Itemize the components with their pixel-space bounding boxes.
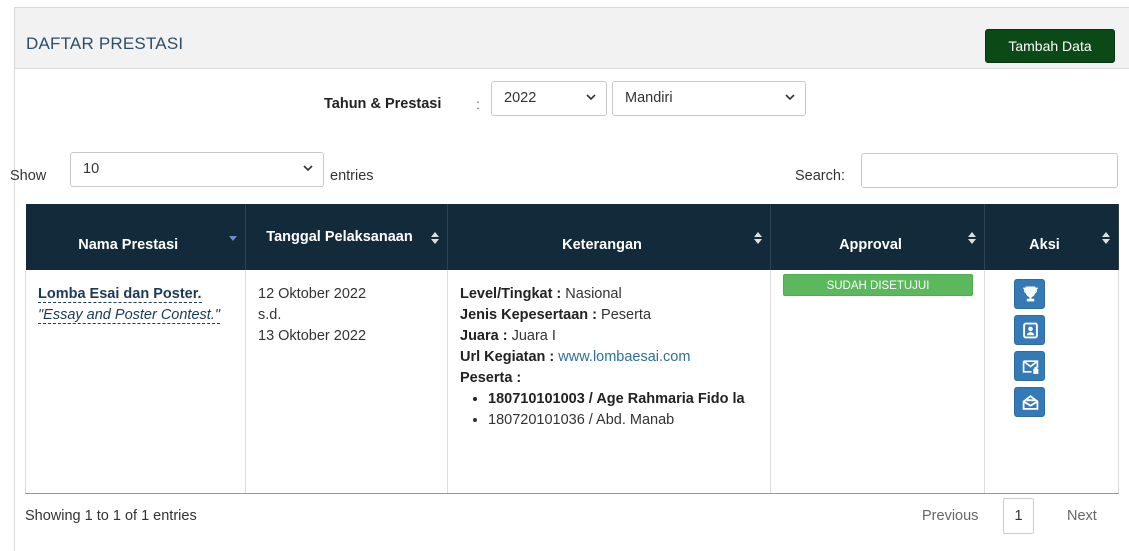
pagination-page-1[interactable]: 1 <box>1003 498 1034 534</box>
juara-label: Juara : <box>460 328 508 344</box>
list-item: 180710101003 / Age Rahmaria Fido la <box>488 389 758 410</box>
cell-tanggal: 12 Oktober 2022 s.d. 13 Oktober 2022 <box>245 270 448 494</box>
envelope-open-icon <box>1022 394 1038 410</box>
table-row: Lomba Esai dan Poster. "Essay and Poster… <box>25 270 1119 494</box>
list-item: 180720101036 / Abd. Manab <box>488 410 758 431</box>
date-start: 12 Oktober 2022 <box>258 286 367 302</box>
sort-icon <box>968 232 976 244</box>
trophy-icon <box>1022 286 1038 302</box>
add-data-button[interactable]: Tambah Data <box>985 29 1115 63</box>
chevron-down-icon <box>785 94 795 101</box>
column-header-nama-prestasi[interactable]: Nama Prestasi <box>25 204 246 270</box>
column-header-keterangan[interactable]: Keterangan <box>447 204 771 270</box>
prestasi-type-value: Mandiri <box>625 90 673 106</box>
prestasi-table: Nama Prestasi Tanggal Pelaksanaan Ketera… <box>25 204 1119 494</box>
jenis-label: Jenis Kepesertaan : <box>460 307 598 323</box>
cell-nama-prestasi: Lomba Esai dan Poster. "Essay and Poster… <box>25 270 246 494</box>
cell-approval: SUDAH DISETUJUI <box>770 270 985 494</box>
filter-row: Tahun & Prestasi : 2022 Mandiri <box>0 77 1129 116</box>
level-label: Level/Tingkat : <box>460 286 562 302</box>
filter-label: Tahun & Prestasi <box>324 96 442 112</box>
mail-button[interactable] <box>1013 351 1045 381</box>
pagination-next[interactable]: Next <box>1067 508 1097 524</box>
entries-length-select[interactable]: 10 <box>70 152 324 187</box>
year-select-value: 2022 <box>504 90 537 106</box>
trophy-button[interactable] <box>1013 279 1045 309</box>
show-label: Show <box>10 168 47 184</box>
id-card-icon <box>1022 322 1038 339</box>
prestasi-type-select[interactable]: Mandiri <box>612 81 806 116</box>
peserta-list: 180710101003 / Age Rahmaria Fido la 1807… <box>460 389 758 431</box>
table-header-row: Nama Prestasi Tanggal Pelaksanaan Ketera… <box>25 204 1119 270</box>
chevron-down-icon <box>303 165 313 172</box>
table-controls: Show 10 entries Search: <box>0 152 1129 188</box>
juara-value: Juara I <box>511 328 556 344</box>
page-title: DAFTAR PRESTASI <box>26 34 184 53</box>
date-end: 13 Oktober 2022 <box>258 328 367 344</box>
date-separator: s.d. <box>258 307 282 323</box>
year-select[interactable]: 2022 <box>491 81 607 116</box>
entries-label: entries <box>330 168 374 184</box>
level-value: Nasional <box>565 286 622 302</box>
sort-icon <box>431 232 439 244</box>
status-badge: SUDAH DISETUJUI <box>783 274 973 296</box>
search-label: Search: <box>795 168 845 184</box>
profile-button[interactable] <box>1013 315 1045 345</box>
prestasi-name-en: "Essay and Poster Contest." <box>38 307 220 324</box>
mail-icon <box>1022 360 1038 374</box>
envelope-open-button[interactable] <box>1013 387 1045 417</box>
sort-icon <box>754 232 762 244</box>
peserta-label: Peserta : <box>460 370 522 386</box>
entries-length-value: 10 <box>83 161 100 177</box>
sort-desc-icon <box>229 236 237 241</box>
url-label: Url Kegiatan : <box>460 349 555 365</box>
sort-icon <box>1102 232 1110 244</box>
column-header-approval[interactable]: Approval <box>770 204 985 270</box>
action-buttons <box>1009 276 1095 420</box>
column-header-aksi[interactable]: Aksi <box>984 204 1119 270</box>
filter-colon: : <box>476 96 480 112</box>
search-input[interactable] <box>861 153 1118 188</box>
pagination-previous[interactable]: Previous <box>922 508 978 524</box>
jenis-value: Peserta <box>601 307 652 323</box>
cell-aksi <box>984 270 1119 494</box>
table-info: Showing 1 to 1 of 1 entries <box>25 508 197 524</box>
column-header-tanggal[interactable]: Tanggal Pelaksanaan <box>245 204 448 270</box>
chevron-down-icon <box>586 94 596 101</box>
prestasi-name-link[interactable]: Lomba Esai dan Poster. <box>38 286 202 303</box>
panel-heading: DAFTAR PRESTASI Tambah Data <box>15 8 1129 69</box>
url-link[interactable]: www.lombaesai.com <box>558 349 690 365</box>
cell-keterangan: Level/Tingkat : Nasional Jenis Kepeserta… <box>447 270 771 494</box>
prestasi-name-en-text: Essay and Poster Contest. <box>43 307 215 323</box>
